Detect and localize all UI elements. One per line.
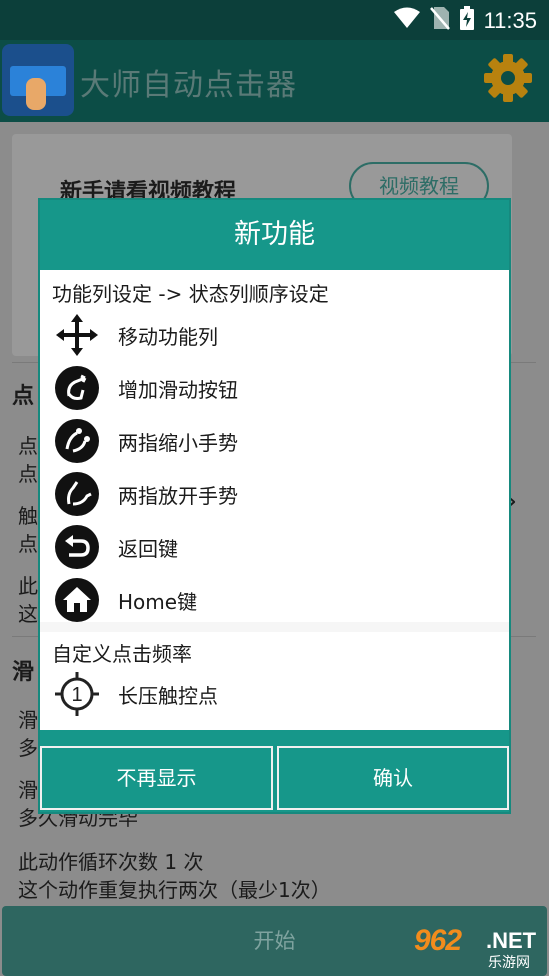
- section-click-frequency: 自定义点击频率: [52, 642, 192, 666]
- home-icon: [54, 577, 100, 623]
- back-arrow-icon: [54, 524, 100, 570]
- status-bar: 11:35: [0, 0, 549, 40]
- bg-label-11: 滑: [18, 778, 38, 802]
- watermark-logo: 962 .NET 乐游网: [414, 924, 537, 971]
- list-item: 两指放开手势: [54, 469, 494, 519]
- list-item: 返回键: [54, 522, 494, 572]
- clock: 11:35: [483, 7, 537, 33]
- item-label: 两指缩小手势: [118, 430, 238, 455]
- list-item: 移动功能列: [54, 310, 494, 360]
- move-arrows-icon: [54, 312, 100, 358]
- dialog-title: 新功能: [40, 200, 509, 270]
- list-item: 1 长压触控点: [54, 669, 494, 719]
- bg-label-8: 滑: [12, 660, 35, 685]
- item-label: 长压触控点: [118, 683, 218, 708]
- swipe-gesture-icon: [54, 365, 100, 411]
- list-item: 增加滑动按钮: [54, 363, 494, 413]
- gear-icon[interactable]: [482, 52, 534, 104]
- bg-label-6: 此: [18, 574, 38, 598]
- confirm-button[interactable]: 确认: [277, 746, 509, 810]
- item-label: 增加滑动按钮: [118, 377, 238, 402]
- new-features-dialog: 新功能 功能列设定 -> 状态列顺序设定 移动功能列 增加滑动按钮 两指缩小手势: [38, 198, 511, 814]
- bg-label-7: 这: [18, 602, 38, 626]
- bg-label-5: 点: [18, 532, 38, 556]
- item-label: 两指放开手势: [118, 483, 238, 508]
- app-bar: 大师自动点击器: [0, 40, 549, 122]
- dont-show-again-button[interactable]: 不再显示: [40, 746, 273, 810]
- no-sim-icon: [429, 6, 450, 35]
- section-toolbar-settings: 功能列设定 -> 状态列顺序设定: [52, 282, 329, 306]
- loop-count-label: 此动作循环次数 1 次: [18, 850, 204, 874]
- list-item: Home键: [54, 575, 494, 625]
- crosshair-target-icon: 1: [54, 671, 100, 717]
- app-title: 大师自动点击器: [80, 68, 297, 103]
- svg-text:1: 1: [71, 684, 82, 706]
- dialog-button-bar: 不再显示 确认: [40, 730, 509, 812]
- bg-label-3: 点: [18, 462, 38, 486]
- app-logo: [2, 44, 74, 116]
- bg-label-2: 点: [18, 434, 38, 458]
- bg-label-1: 点: [12, 384, 35, 409]
- item-label: Home键: [118, 589, 198, 614]
- item-label: 移动功能列: [118, 324, 218, 349]
- item-label: 返回键: [118, 536, 178, 561]
- list-item: 两指缩小手势: [54, 416, 494, 466]
- wifi-icon: [393, 7, 420, 34]
- loop-description: 这个动作重复执行两次（最少1次）: [18, 878, 331, 902]
- bg-label-10: 多: [18, 736, 38, 760]
- bg-label-4: 触: [18, 504, 38, 528]
- battery-charging-icon: [459, 6, 474, 35]
- pinch-out-icon: [54, 471, 100, 517]
- bg-label-9: 滑: [18, 708, 38, 732]
- pinch-in-icon: [54, 418, 100, 464]
